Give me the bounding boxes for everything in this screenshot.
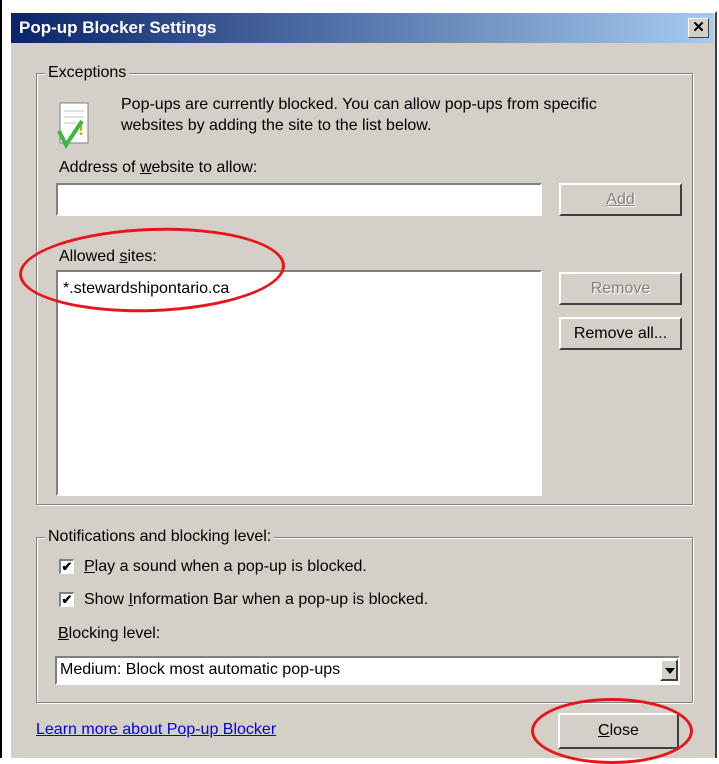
blocking-level-value: Medium: Block most automatic pop-ups — [60, 661, 341, 678]
blocking-level-label: Blocking level: — [58, 625, 161, 642]
play-sound-checkbox[interactable]: ✔ — [59, 559, 74, 574]
exceptions-legend: Exceptions — [45, 64, 130, 82]
add-button-label: Add — [606, 191, 635, 208]
annotation-ellipse-close — [531, 698, 693, 764]
address-label: Address of website to allow: — [59, 159, 258, 176]
remove-button[interactable]: Remove — [559, 272, 682, 305]
blocking-level-select[interactable]: Medium: Block most automatic pop-ups — [55, 656, 680, 685]
info-bar-checkbox[interactable]: ✔ — [59, 592, 74, 607]
close-window-button[interactable]: ✕ — [688, 18, 709, 38]
window-title: Pop-up Blocker Settings — [19, 18, 217, 37]
info-bar-label: Show Information Bar when a pop-up is bl… — [84, 591, 429, 608]
info-text-line2: websites by adding the site to the list … — [121, 117, 432, 134]
address-input[interactable] — [56, 183, 542, 216]
title-bar[interactable]: Pop-up Blocker Settings ✕ — [11, 13, 713, 43]
remove-button-label: Remove — [590, 280, 651, 297]
play-sound-label: Play a sound when a pop-up is blocked. — [84, 558, 367, 575]
learn-more-link[interactable]: Learn more about Pop-up Blocker — [36, 721, 276, 739]
window-edge — [0, 0, 2, 758]
warning-icon: ! — [56, 101, 92, 149]
add-button[interactable]: Add — [559, 183, 682, 216]
info-text-line1: Pop-ups are currently blocked. You can a… — [121, 96, 597, 113]
notifications-legend: Notifications and blocking level: — [45, 528, 275, 546]
remove-all-button[interactable]: Remove all... — [559, 317, 682, 350]
remove-all-button-label: Remove all... — [573, 325, 668, 342]
chevron-down-icon[interactable] — [660, 659, 678, 681]
